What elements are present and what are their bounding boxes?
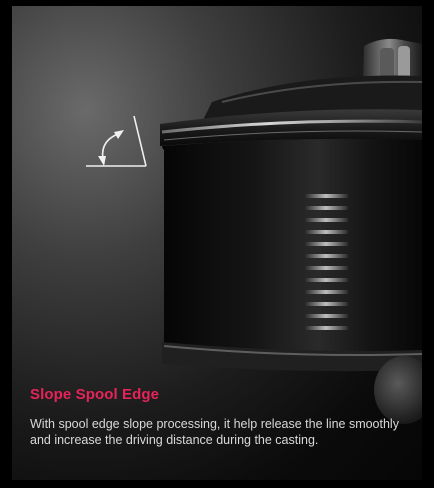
image-frame: Slope Spool Edge With spool edge slope p… (0, 0, 434, 488)
slope-angle-icon (86, 115, 147, 167)
feature-title: Slope Spool Edge (30, 386, 160, 403)
feature-description: With spool edge slope processing, it hel… (30, 417, 399, 447)
product-photo-panel: Slope Spool Edge With spool edge slope p… (12, 6, 422, 480)
caption-block: Slope Spool Edge With spool edge slope p… (30, 386, 410, 448)
